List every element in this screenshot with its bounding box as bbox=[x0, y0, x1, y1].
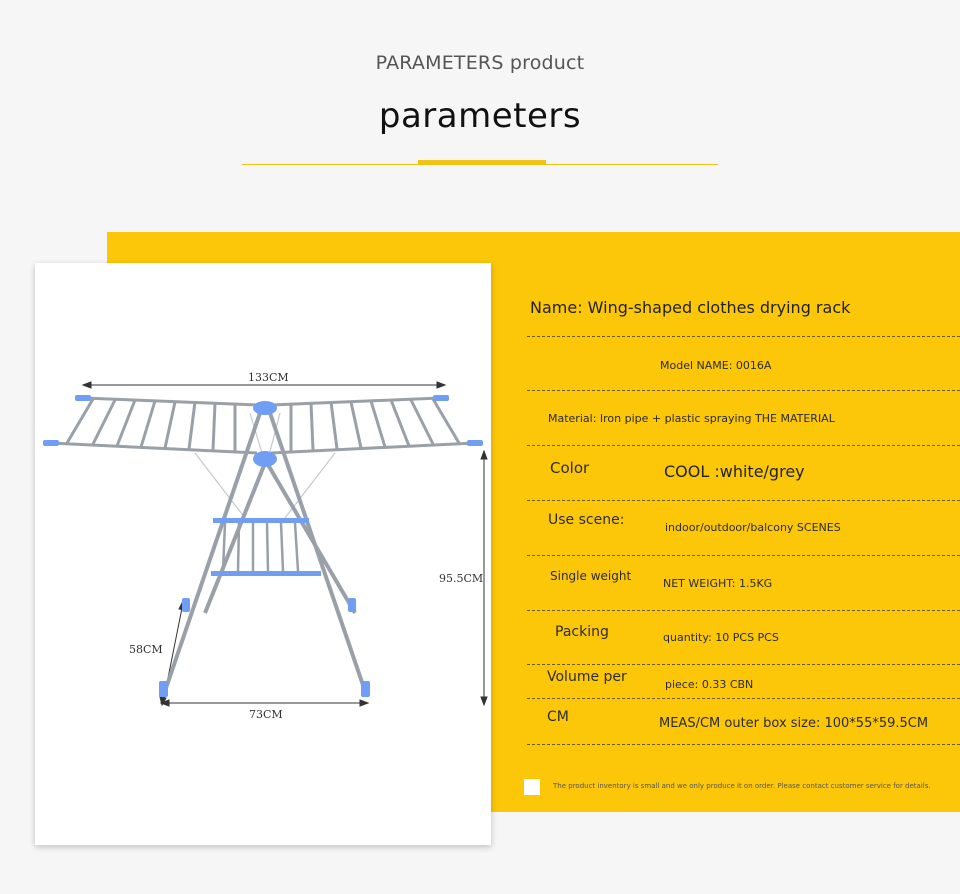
spec-weight-label: Single weight bbox=[550, 569, 632, 583]
title-divider-accent bbox=[418, 160, 546, 165]
right-wing bbox=[270, 396, 476, 455]
spec-separator bbox=[527, 744, 960, 745]
spec-volume-value: piece: 0.33 CBN bbox=[665, 678, 754, 691]
spec-color-value: COOL :white/grey bbox=[664, 462, 805, 481]
footer-note: The product inventory is small and we on… bbox=[553, 782, 931, 790]
spec-model: Model NAME: 0016A bbox=[660, 359, 772, 372]
spec-material: Material: Iron pipe + plastic spraying T… bbox=[548, 412, 835, 425]
dimension-width-base: 73CM bbox=[249, 708, 283, 721]
spec-scene-label: Use scene: bbox=[548, 512, 625, 528]
spec-volume-label: Volume per bbox=[547, 669, 627, 685]
spec-cm-label: CM bbox=[547, 709, 569, 725]
left-wing bbox=[49, 396, 258, 455]
dimension-width-top: 133CM bbox=[248, 371, 289, 384]
blue-connectors bbox=[43, 395, 483, 697]
spec-separator bbox=[527, 445, 960, 446]
spec-meas-value: MEAS/CM outer box size: 100*55*59.5CM bbox=[659, 716, 929, 731]
spec-scene-value: indoor/outdoor/balcony SCENES bbox=[665, 521, 841, 534]
spec-separator bbox=[527, 610, 960, 611]
spec-name: Name: Wing-shaped clothes drying rack bbox=[530, 298, 851, 317]
section-title: parameters bbox=[378, 96, 582, 136]
spec-separator bbox=[527, 390, 960, 391]
spec-separator bbox=[527, 698, 960, 699]
dimension-height: 95.5CM bbox=[439, 572, 484, 585]
spec-separator bbox=[527, 664, 960, 665]
product-image-card: 133CM 95.5CM 58CM 73CM bbox=[35, 263, 491, 845]
drying-rack-illustration bbox=[43, 381, 488, 707]
spec-weight-value: NET WEIGHT: 1.5KG bbox=[663, 577, 773, 590]
spec-color-label: Color bbox=[550, 459, 590, 477]
spec-separator bbox=[527, 336, 960, 337]
note-checkbox-square bbox=[524, 779, 540, 795]
spec-packing-label: Packing bbox=[555, 624, 609, 640]
section-subtitle: PARAMETERS product bbox=[375, 52, 585, 74]
dimension-depth: 58CM bbox=[129, 643, 163, 656]
spec-separator bbox=[527, 500, 960, 501]
spec-separator bbox=[527, 555, 960, 556]
spec-packing-value: quantity: 10 PCS PCS bbox=[663, 631, 779, 644]
